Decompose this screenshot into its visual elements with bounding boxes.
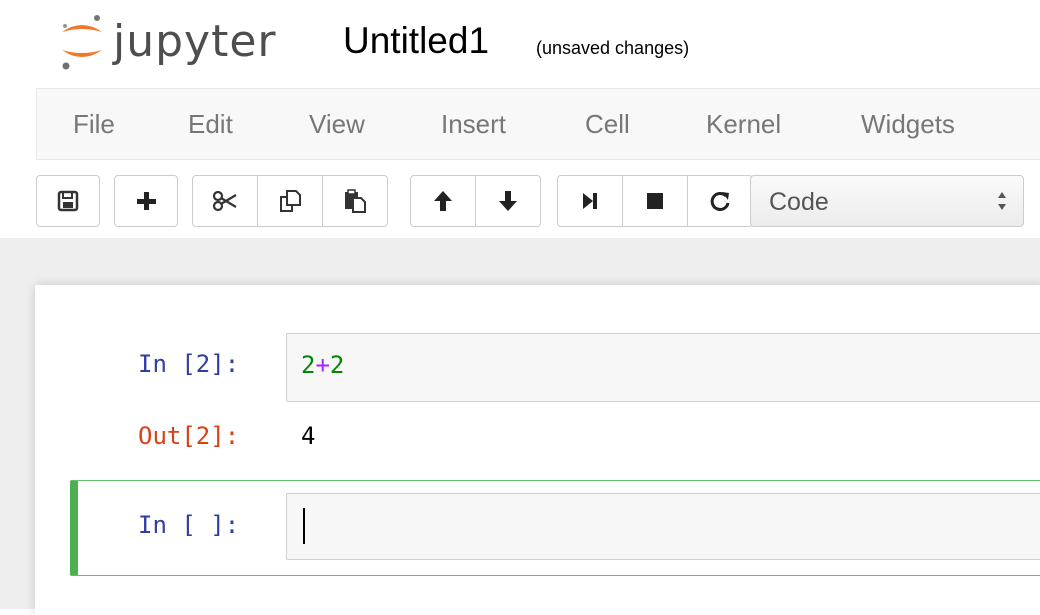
interrupt-button[interactable] [622,175,688,227]
output-text: 4 [301,422,316,450]
copy-icon [280,190,301,212]
code-token-operator: + [315,351,330,379]
select-arrows-icon [998,192,1006,210]
cell-type-select[interactable]: Code [750,175,1024,227]
code-text: 2+2 [301,351,344,379]
arrow-up-icon [434,191,452,211]
header: jupyter Untitled1 (unsaved changes) [0,0,1040,88]
move-up-button[interactable] [410,175,476,227]
move-group [410,175,541,229]
edit-group [192,175,388,229]
scissors-icon [212,190,237,212]
plus-icon [137,192,156,210]
notebook-name[interactable]: Untitled1 [343,20,489,62]
run-button[interactable] [557,175,623,227]
text-cursor [303,508,305,544]
arrow-down-icon [499,191,517,211]
move-down-button[interactable] [475,175,541,227]
step-forward-icon [583,193,597,209]
insert-group [114,175,178,229]
run-group [557,175,753,229]
code-input[interactable] [286,493,1040,560]
jupyter-logo[interactable]: jupyter [57,10,307,72]
save-button[interactable] [36,175,100,227]
logo-wordmark: jupyter [113,16,277,67]
save-icon [57,190,79,212]
menu-kernel[interactable]: Kernel [706,109,781,140]
menu-view[interactable]: View [309,109,365,140]
cut-button[interactable] [192,175,258,227]
cell-type-value: Code [769,188,829,216]
menu-cell[interactable]: Cell [585,109,630,140]
code-token-number: 2 [301,351,316,379]
jupyter-logo-icon [62,15,102,70]
menu-insert[interactable]: Insert [441,109,506,140]
restart-button[interactable] [687,175,753,227]
input-prompt: In [2]: [138,350,240,378]
menu-widgets[interactable]: Widgets [861,109,955,140]
input-prompt: In [ ]: [138,511,240,539]
save-group [36,175,100,229]
paste-button[interactable] [322,175,388,227]
save-status: (unsaved changes) [536,38,690,58]
restart-icon [710,191,730,211]
paste-icon [345,189,366,213]
copy-button[interactable] [257,175,323,227]
menubar: File Edit View Insert Cell Kernel Widget… [36,88,1040,160]
output-prompt: Out[2]: [138,422,240,450]
code-input[interactable]: 2+2 [286,333,1040,402]
stop-icon [647,193,663,209]
menu-edit[interactable]: Edit [188,109,233,140]
menu-file[interactable]: File [73,109,115,140]
code-token-number: 2 [329,351,345,379]
insert-cell-button[interactable] [114,175,178,227]
